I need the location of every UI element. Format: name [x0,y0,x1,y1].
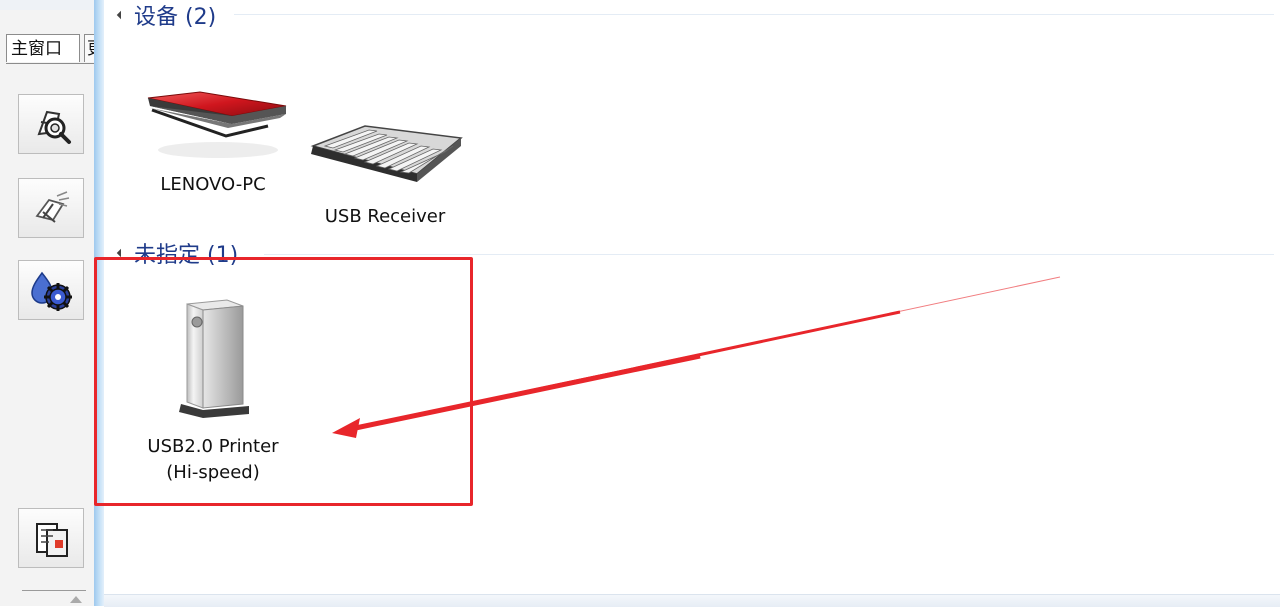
annotation-arrow [332,276,1061,438]
